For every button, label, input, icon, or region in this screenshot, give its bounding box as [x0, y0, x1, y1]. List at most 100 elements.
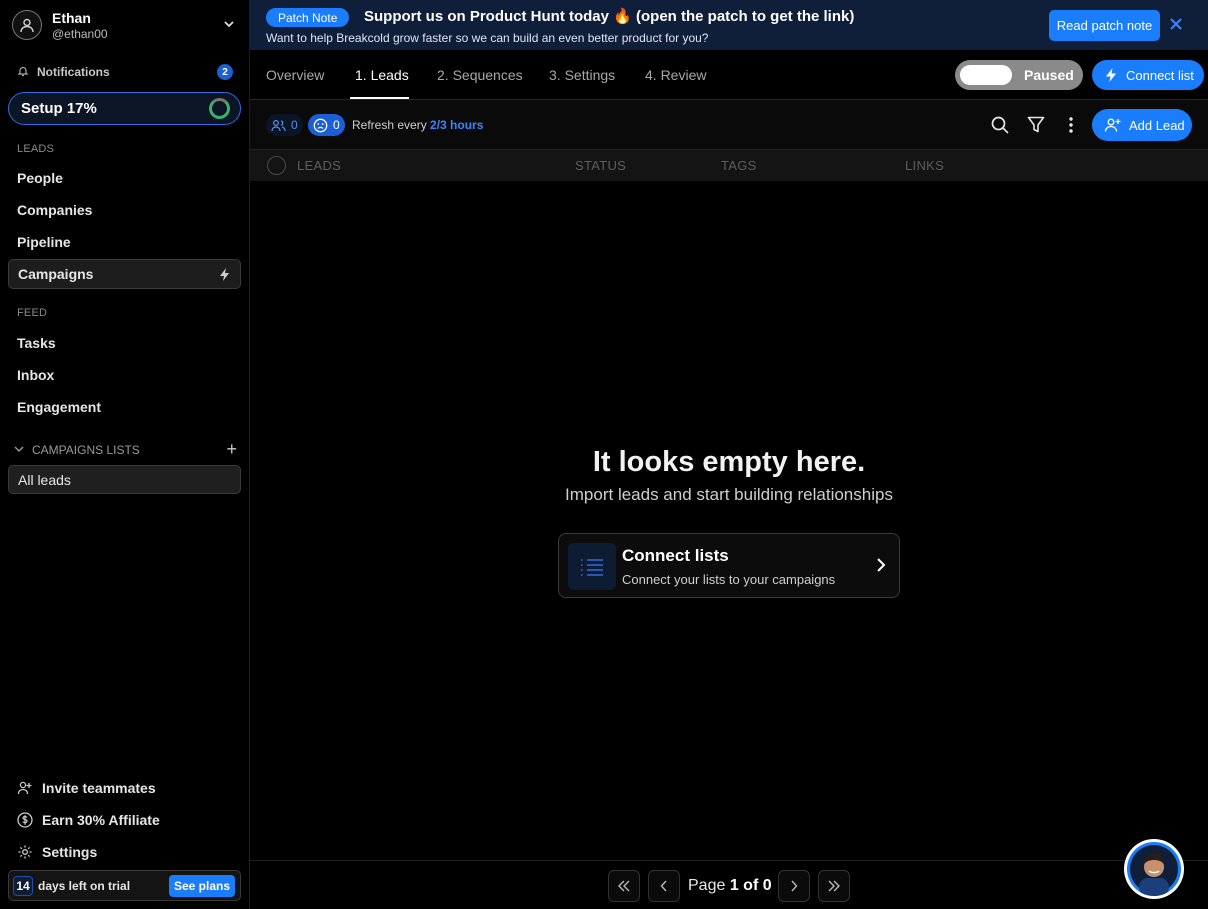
- list-item-all-leads[interactable]: All leads: [8, 465, 241, 494]
- affiliate-label: Earn 30% Affiliate: [42, 812, 160, 828]
- refresh-value[interactable]: 2/3 hours: [430, 118, 483, 132]
- search-icon[interactable]: [990, 115, 1010, 138]
- sidebar-item-companies[interactable]: Companies: [8, 195, 241, 225]
- people-count-filter[interactable]: 0: [266, 114, 303, 136]
- users-icon: [271, 119, 286, 131]
- campaign-lists-header[interactable]: CAMPAIGNS LISTS +: [13, 440, 241, 459]
- connect-list-label: Connect list: [1126, 67, 1194, 83]
- add-list-icon[interactable]: +: [226, 440, 237, 458]
- patch-note-badge: Patch Note: [266, 8, 350, 27]
- trial-banner: 14 days left on trial See plans: [8, 870, 241, 901]
- sidebar-item-people[interactable]: People: [8, 163, 241, 193]
- banner-subtitle: Want to help Breakcold grow faster so we…: [266, 31, 709, 45]
- invite-teammates-item[interactable]: Invite teammates: [17, 777, 237, 799]
- sidebar-item-pipeline[interactable]: Pipeline: [8, 227, 241, 257]
- double-chevron-left-icon: [618, 880, 630, 892]
- empty-state-title: It looks empty here.: [592, 446, 866, 478]
- first-page-button[interactable]: [608, 870, 640, 902]
- user-menu[interactable]: Ethan @ethan00: [12, 8, 240, 42]
- column-header-tags[interactable]: TAGS: [721, 158, 757, 173]
- face-icon: [313, 118, 328, 132]
- dollar-icon: [17, 812, 33, 828]
- trial-days-count: 14: [13, 875, 33, 896]
- add-lead-button[interactable]: Add Lead: [1092, 109, 1192, 141]
- double-chevron-right-icon: [828, 880, 840, 892]
- previous-page-button[interactable]: [648, 870, 680, 902]
- add-lead-label: Add Lead: [1129, 117, 1185, 133]
- empty-state-subtitle: Import leads and start building relation…: [565, 485, 893, 504]
- next-page-button[interactable]: [778, 870, 810, 902]
- pagination: Page 1 of 0: [250, 860, 1208, 909]
- tab-settings[interactable]: 3. Settings: [549, 67, 615, 83]
- people-count: 0: [291, 118, 298, 132]
- sidebar-item-campaigns[interactable]: Campaigns: [8, 259, 241, 289]
- filter-icon[interactable]: [1027, 115, 1045, 138]
- campaign-tabs: Overview 1. Leads 2. Sequences 3. Settin…: [250, 50, 1208, 100]
- column-header-leads[interactable]: LEADS: [297, 158, 341, 173]
- sidebar-item-engagement[interactable]: Engagement: [8, 392, 241, 422]
- page-total: 0: [762, 877, 772, 894]
- section-label-feed: FEED: [17, 307, 48, 319]
- connect-lists-card[interactable]: Connect lists Connect your lists to your…: [558, 533, 900, 598]
- notifications-item[interactable]: Notifications 2: [17, 62, 233, 82]
- connect-list-button[interactable]: Connect list: [1092, 60, 1204, 90]
- chevron-right-icon: [791, 880, 798, 892]
- select-all-checkbox[interactable]: [267, 156, 286, 175]
- page-of: of: [738, 877, 763, 894]
- active-tab-indicator: [350, 97, 409, 99]
- sidebar-item-inbox[interactable]: Inbox: [8, 360, 241, 390]
- invite-teammates-label: Invite teammates: [42, 780, 156, 796]
- patch-note-banner: Patch Note Support us on Product Hunt to…: [250, 0, 1208, 50]
- see-plans-button[interactable]: See plans: [168, 875, 235, 897]
- sidebar: Ethan @ethan00 Notifications 2 Setup 17%…: [0, 0, 250, 909]
- gear-icon: [18, 845, 32, 859]
- banner-title: Support us on Product Hunt today 🔥 (open…: [364, 8, 855, 25]
- campaign-status-toggle[interactable]: Paused: [955, 60, 1083, 90]
- settings-item[interactable]: Settings: [17, 841, 237, 863]
- setup-progress-button[interactable]: Setup 17%: [8, 92, 241, 125]
- sidebar-item-tasks[interactable]: Tasks: [8, 328, 241, 358]
- bell-icon: [17, 65, 29, 80]
- chevron-left-icon: [660, 880, 667, 892]
- last-page-button[interactable]: [818, 870, 850, 902]
- tab-overview[interactable]: Overview: [266, 67, 324, 83]
- add-user-icon: [17, 781, 32, 795]
- refresh-info: Refresh every 2/3 hours: [352, 118, 483, 132]
- section-label-leads: LEADS: [17, 143, 55, 155]
- trial-text: days left on trial: [38, 878, 131, 893]
- status-count: 0: [333, 118, 340, 132]
- user-name: Ethan: [52, 9, 91, 26]
- read-patch-note-button[interactable]: Read patch note: [1049, 10, 1160, 41]
- column-header-links[interactable]: LINKS: [905, 158, 944, 173]
- notifications-badge: 2: [217, 64, 233, 80]
- leads-table-header: LEADS STATUS TAGS LINKS: [250, 149, 1208, 181]
- bolt-icon: [1106, 68, 1116, 82]
- column-header-status[interactable]: STATUS: [575, 158, 626, 173]
- settings-label: Settings: [42, 844, 98, 860]
- tab-review[interactable]: 4. Review: [645, 67, 706, 83]
- notifications-label: Notifications: [37, 65, 110, 79]
- support-avatar-icon: [1127, 842, 1181, 896]
- tab-leads[interactable]: 1. Leads: [355, 67, 409, 83]
- status-count-filter[interactable]: 0: [308, 114, 345, 136]
- more-options-icon[interactable]: [1068, 115, 1074, 138]
- user-avatar-icon: [12, 10, 42, 40]
- sidebar-item-label: Campaigns: [18, 266, 94, 282]
- chevron-down-icon[interactable]: [222, 17, 236, 34]
- toggle-knob: [960, 65, 1012, 85]
- chevron-right-icon: [875, 556, 887, 577]
- list-icon: [568, 543, 616, 590]
- add-user-icon: [1104, 118, 1121, 132]
- user-handle: @ethan00: [52, 26, 108, 41]
- close-icon[interactable]: [1168, 16, 1184, 35]
- toggle-label: Paused: [1024, 67, 1074, 83]
- support-chat-button[interactable]: [1124, 839, 1184, 899]
- page-current: 1: [729, 877, 739, 894]
- chevron-down-icon: [13, 443, 25, 458]
- tab-sequences[interactable]: 2. Sequences: [437, 67, 523, 83]
- setup-label: Setup 17%: [21, 100, 97, 117]
- leads-toolbar: 0 0 Refresh every 2/3 hours Add Lead: [250, 100, 1208, 149]
- affiliate-item[interactable]: Earn 30% Affiliate: [17, 809, 237, 831]
- connect-lists-subtitle: Connect your lists to your campaigns: [622, 572, 836, 587]
- progress-ring-icon: [209, 98, 230, 119]
